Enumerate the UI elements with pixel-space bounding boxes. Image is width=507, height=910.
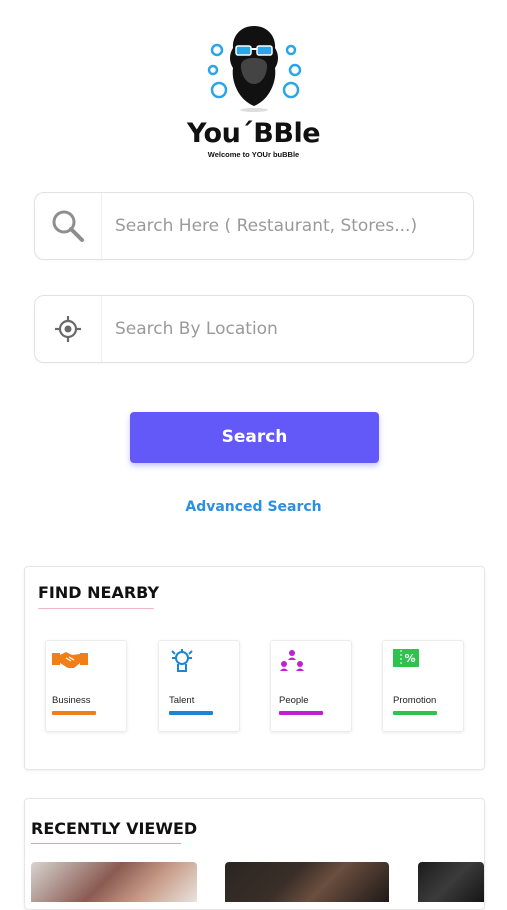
nearby-bar-business	[52, 711, 96, 715]
people-icon	[279, 649, 305, 678]
search-icon	[35, 193, 102, 259]
location-input[interactable]: Search By Location	[115, 296, 278, 362]
nearby-label-business: Business	[52, 695, 91, 706]
nearby-tile-people[interactable]: People	[270, 640, 352, 732]
recent-thumbnail-2[interactable]	[225, 862, 389, 902]
nearby-label-promotion: Promotion	[393, 695, 437, 706]
nearby-label-talent: Talent	[169, 695, 195, 706]
nearby-tile-business[interactable]: Business	[45, 640, 127, 732]
find-nearby-title: FIND NEARBY	[38, 583, 160, 602]
search-field[interactable]: Search Here ( Restaurant, Stores...)	[34, 192, 474, 260]
nearby-bar-talent	[169, 711, 213, 715]
brand-tagline: Welcome to YOUr buBBle	[207, 150, 300, 159]
advanced-search-link[interactable]: Advanced Search	[0, 499, 507, 515]
search-input[interactable]: Search Here ( Restaurant, Stores...)	[115, 193, 417, 259]
nearby-bar-promotion	[393, 711, 437, 715]
gorilla-logo-icon	[207, 26, 301, 112]
search-button[interactable]: Search	[130, 412, 379, 463]
recent-thumbnail-3[interactable]	[418, 862, 484, 902]
brand-name: You´BBle	[186, 118, 321, 149]
location-target-icon	[35, 296, 102, 362]
recently-viewed-title: RECENTLY VIEWED	[31, 819, 198, 838]
nearby-tile-talent[interactable]: Talent	[158, 640, 240, 732]
svg-text:%: %	[404, 652, 415, 665]
title-underline	[31, 843, 181, 844]
handshake-icon	[52, 649, 88, 676]
talent-icon	[169, 649, 195, 678]
find-nearby-card: FIND NEARBY Business Talent People % Pro…	[24, 566, 485, 770]
app-logo: You´BBle Welcome to YOUr buBBle	[0, 20, 507, 159]
coupon-icon: %	[393, 649, 419, 672]
nearby-tile-promotion[interactable]: % Promotion	[382, 640, 464, 732]
nearby-label-people: People	[279, 695, 309, 706]
recent-thumbnail-1[interactable]	[31, 862, 197, 902]
title-underline	[38, 608, 154, 609]
recently-viewed-card: RECENTLY VIEWED	[24, 798, 485, 910]
nearby-bar-people	[279, 711, 323, 715]
location-field[interactable]: Search By Location	[34, 295, 474, 363]
